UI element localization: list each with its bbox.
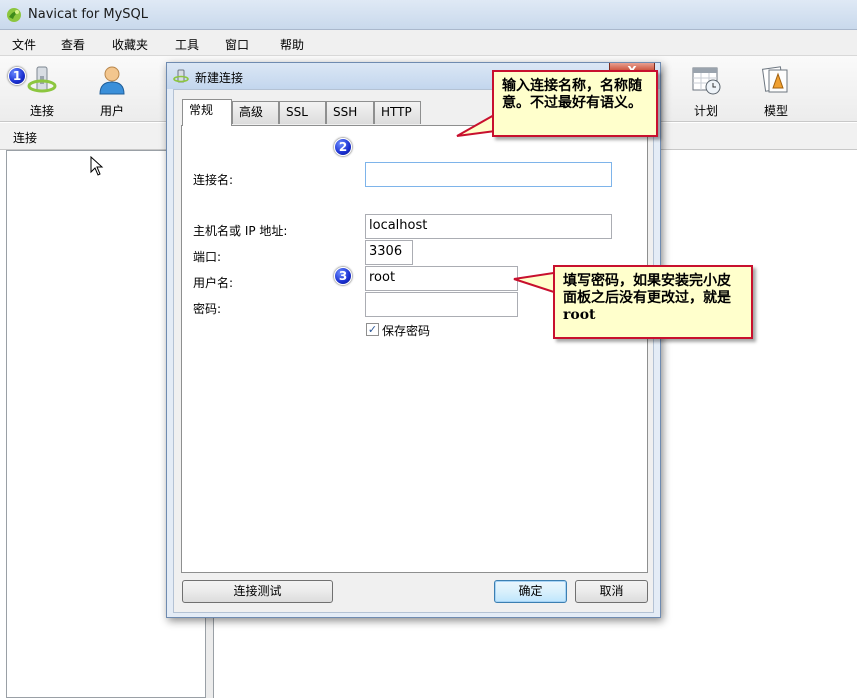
menu-help[interactable]: 帮助 <box>280 36 304 53</box>
menu-bar: 文件 查看 收藏夹 工具 窗口 帮助 <box>0 30 857 56</box>
menu-file[interactable]: 文件 <box>12 36 36 53</box>
callout-password: 填写密码，如果安装完小皮面板之后没有更改过，就是root <box>553 265 753 339</box>
toolbar-model-button[interactable]: 模型 <box>748 60 804 118</box>
new-connection-dialog: 新建连接 X 常规 高级 SSL SSH HTTP 连接名: 主机名或 IP 地… <box>166 62 661 618</box>
password-input[interactable] <box>365 292 518 317</box>
save-password-label: 保存密码 <box>382 324 431 338</box>
save-password-checkbox[interactable]: ✓ <box>366 323 379 336</box>
username-label: 用户名: <box>193 276 234 290</box>
connection-name-label: 连接名: <box>193 173 234 187</box>
connection-pane-title: 连接 <box>13 131 38 145</box>
port-label: 端口: <box>193 250 222 264</box>
tab-general[interactable]: 常规 <box>182 99 232 126</box>
toolbar-schedule-button[interactable]: 计划 <box>678 60 734 118</box>
menu-tools[interactable]: 工具 <box>175 36 199 53</box>
toolbar-user-button[interactable]: 用户 <box>84 60 140 118</box>
test-connection-button[interactable]: 连接测试 <box>182 580 333 603</box>
calendar-clock-icon <box>692 67 721 95</box>
toolbar-connect-label: 连接 <box>29 104 54 118</box>
window-title: Navicat for MySQL <box>28 7 148 22</box>
dialog-body: 常规 高级 SSL SSH HTTP 连接名: 主机名或 IP 地址: loca… <box>173 89 654 613</box>
model-icon <box>761 66 788 93</box>
mouse-cursor-icon <box>90 156 104 176</box>
window-titlebar: Navicat for MySQL <box>0 0 857 30</box>
ok-button[interactable]: 确定 <box>494 580 567 603</box>
navicat-logo-icon <box>7 8 21 22</box>
port-input[interactable]: 3306 <box>365 240 413 265</box>
toolbar-model-label: 模型 <box>763 104 788 118</box>
step-badge-1: 1 <box>8 67 26 85</box>
user-icon <box>99 66 125 95</box>
step-badge-2: 2 <box>334 138 352 156</box>
tab-ssl[interactable]: SSL <box>279 101 326 124</box>
menu-window[interactable]: 窗口 <box>225 36 249 53</box>
toolbar-user-label: 用户 <box>99 104 124 118</box>
cancel-button[interactable]: 取消 <box>575 580 648 603</box>
host-input[interactable]: localhost <box>365 214 612 239</box>
dialog-title: 新建连接 <box>195 71 244 85</box>
toolbar-schedule-label: 计划 <box>693 104 718 118</box>
password-label: 密码: <box>193 302 222 316</box>
tab-advanced[interactable]: 高级 <box>232 101 279 124</box>
general-tab-panel: 连接名: 主机名或 IP 地址: localhost 端口: 3306 用户名:… <box>181 125 648 573</box>
connection-name-input[interactable] <box>365 162 612 187</box>
step-badge-3: 3 <box>334 267 352 285</box>
host-label: 主机名或 IP 地址: <box>193 224 288 238</box>
connection-plug-icon <box>173 69 189 83</box>
menu-favorites[interactable]: 收藏夹 <box>112 36 148 53</box>
username-input[interactable]: root <box>365 266 518 291</box>
callout-connection-name: 输入连接名称，名称随意。不过最好有语义。 <box>492 70 658 137</box>
tab-http[interactable]: HTTP <box>374 101 421 124</box>
tab-ssh[interactable]: SSH <box>326 101 374 124</box>
menu-view[interactable]: 查看 <box>61 36 85 53</box>
connect-icon <box>27 66 57 93</box>
